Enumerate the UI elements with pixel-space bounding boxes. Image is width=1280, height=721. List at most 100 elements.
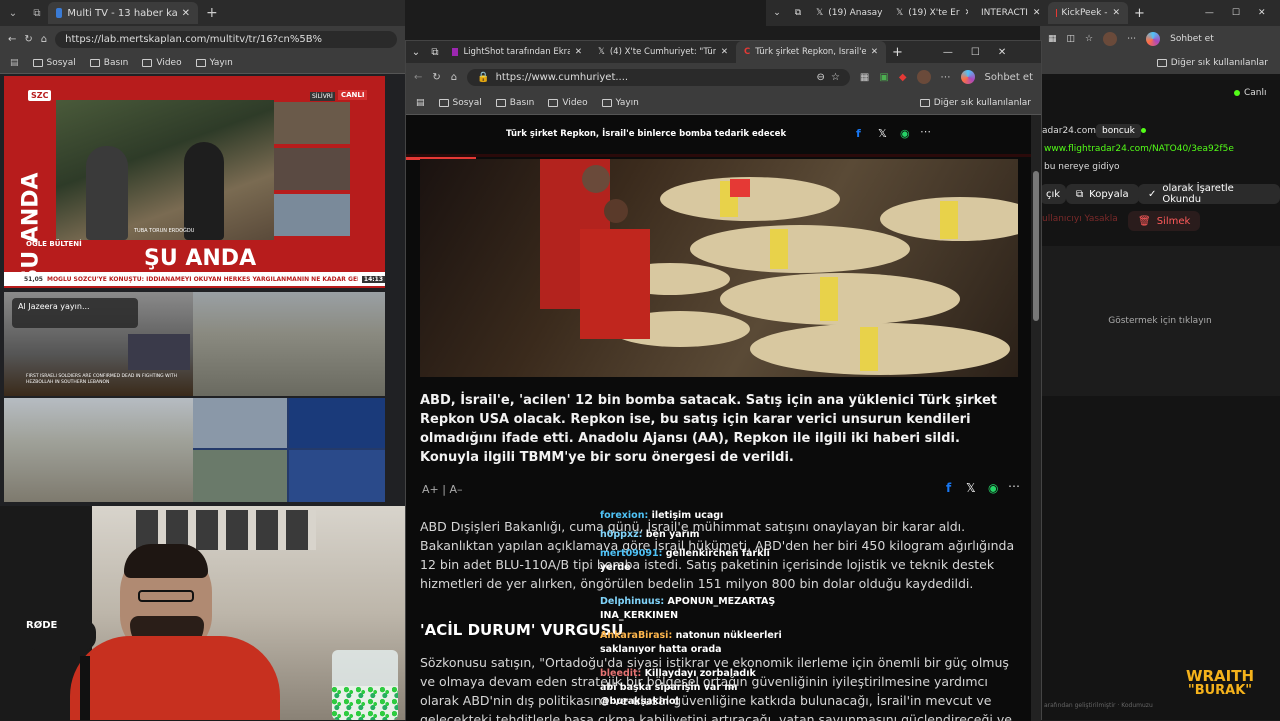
url-field[interactable]: https://lab.mertskaplan.com/multitv/tr/1… bbox=[55, 31, 397, 48]
facebook-share-icon[interactable]: f bbox=[856, 127, 861, 140]
sohbet-button[interactable]: Sohbet et bbox=[985, 72, 1033, 83]
left-bookmarks-bar: ▤ Sosyal Basın Video Yayın bbox=[0, 52, 405, 74]
extension-green-icon[interactable]: ▣ bbox=[879, 72, 888, 83]
whatsapp-share-icon[interactable]: ◉ bbox=[988, 481, 998, 495]
x-icon: 𝕏 bbox=[896, 8, 903, 18]
close-tab-icon[interactable]: ✕ bbox=[721, 47, 728, 57]
new-tab-icon[interactable]: + bbox=[206, 5, 218, 21]
extension-icon[interactable]: ▦ bbox=[860, 72, 869, 83]
url-field[interactable]: 🔒 https://www.cumhuriyet.... ⊖ ☆ bbox=[467, 69, 850, 86]
extension-icon[interactable]: ▦ bbox=[1048, 34, 1057, 44]
tab-lightshot[interactable]: LightShot tarafından Ekran Gör ✕ bbox=[444, 41, 590, 63]
flight-url-link[interactable]: www.flightradar24.com/NATO40/3ea92f5e bbox=[1044, 144, 1234, 154]
favorite-star-icon[interactable]: ☆ bbox=[831, 72, 840, 83]
sohbet-button[interactable]: Sohbet et bbox=[1170, 34, 1214, 44]
lightshot-favicon-icon bbox=[452, 48, 458, 56]
tab-kickpeek[interactable]: KickPeek -✕ bbox=[1048, 2, 1128, 24]
right-chat-panel bbox=[1040, 80, 1280, 720]
workspaces-icon[interactable]: ⧉ bbox=[788, 8, 808, 18]
bookmark-video[interactable]: Video bbox=[548, 98, 587, 108]
close-tab-icon[interactable]: ✕ bbox=[871, 47, 878, 57]
close-window-icon[interactable]: ✕ bbox=[998, 47, 1006, 58]
mark-read-button[interactable]: ✓ olarak İşaretle Okundu bbox=[1138, 184, 1280, 204]
right-tab-bar: ⌄ ⧉ 𝕏(19) Anasay✕ 𝕏(19) X'te Er✕ INTERAC… bbox=[766, 0, 1280, 26]
bookmark-basin[interactable]: Basın bbox=[496, 98, 535, 108]
profile-avatar[interactable] bbox=[917, 70, 931, 84]
new-tab-icon[interactable]: + bbox=[1134, 6, 1145, 21]
aljazeera-popup[interactable]: Al Jazeera yayın... bbox=[12, 298, 138, 328]
back-icon[interactable]: ← bbox=[8, 34, 16, 45]
bookmark-yayin[interactable]: Yayın bbox=[602, 98, 639, 108]
bookmarks-toggle-icon[interactable]: ▤ bbox=[416, 98, 425, 108]
refresh-icon[interactable]: ↻ bbox=[432, 72, 440, 83]
home-icon[interactable]: ⌂ bbox=[451, 72, 457, 83]
x-share-icon[interactable]: 𝕏 bbox=[878, 127, 887, 140]
bookmark-sosyal[interactable]: Sosyal bbox=[439, 98, 482, 108]
whatsapp-share-icon[interactable]: ◉ bbox=[900, 127, 910, 140]
chat-message: Delphinuus: APONUN_MEZARTAŞ bbox=[600, 596, 775, 608]
copilot-icon[interactable] bbox=[961, 70, 975, 84]
close-button[interactable]: çık bbox=[1040, 184, 1066, 204]
workspaces-icon[interactable]: ⧉ bbox=[426, 47, 444, 58]
extension-red-icon[interactable]: ◆ bbox=[899, 72, 907, 83]
tab-x-er[interactable]: 𝕏(19) X'te Er✕ bbox=[888, 2, 968, 24]
bookmark-video[interactable]: Video bbox=[142, 58, 181, 68]
more-icon[interactable]: ⋯ bbox=[1127, 34, 1136, 44]
new-tab-icon[interactable]: + bbox=[892, 45, 903, 60]
tab-multitv[interactable]: Multi TV - 13 haber kanalını aynı a ✕ bbox=[48, 2, 198, 24]
facebook-share-icon[interactable]: f bbox=[946, 481, 951, 495]
tv-sozcu-feed[interactable]: SZC ŞU ANDA TUBA TORUN ERDOĞDU SİLİVRİ C… bbox=[4, 76, 385, 288]
close-tab-icon[interactable]: ✕ bbox=[575, 47, 582, 57]
bookmark-yayin[interactable]: Yayın bbox=[196, 58, 233, 68]
font-size-controls[interactable]: A+ | A– bbox=[422, 483, 462, 496]
minimize-icon[interactable]: — bbox=[943, 47, 953, 58]
bookmark-basin[interactable]: Basın bbox=[90, 58, 129, 68]
home-icon[interactable]: ⌂ bbox=[41, 34, 47, 45]
bookmark-sosyal[interactable]: Sosyal bbox=[33, 58, 76, 68]
x-share-icon[interactable]: 𝕏 bbox=[966, 481, 976, 495]
silivri-thumb bbox=[274, 102, 350, 144]
right-bookmarks-bar: Diğer sık kullanılanlar bbox=[1040, 52, 1280, 74]
chat-message: mert09091: gellenkirchen farkli bbox=[600, 548, 770, 560]
tv-city-cam-2[interactable] bbox=[4, 398, 193, 502]
refresh-icon[interactable]: ↻ bbox=[24, 34, 32, 45]
copilot-icon[interactable] bbox=[1146, 32, 1160, 46]
close-tab-icon[interactable]: ✕ bbox=[182, 8, 190, 19]
tab-actions-icon[interactable]: ⌄ bbox=[766, 8, 788, 18]
copy-button[interactable]: ⧉ Kopyala bbox=[1066, 184, 1139, 204]
more-share-icon[interactable]: ⋯ bbox=[1008, 479, 1020, 493]
more-icon[interactable]: ⋯ bbox=[941, 72, 951, 83]
other-favorites-link[interactable]: Diğer sık kullanılanlar bbox=[920, 98, 1031, 108]
tab-x-anasayfa[interactable]: 𝕏(19) Anasay✕ bbox=[808, 2, 888, 24]
tab-actions-icon[interactable]: ⌄ bbox=[0, 8, 26, 19]
close-tab-icon[interactable]: ✕ bbox=[1112, 8, 1120, 18]
back-icon[interactable]: ← bbox=[414, 72, 422, 83]
folder-icon bbox=[602, 99, 612, 107]
tab-actions-icon[interactable]: ⌄ bbox=[406, 47, 426, 58]
tv-aljazeera-feed[interactable]: Al Jazeera yayın... FIRST ISRAELI SOLDIE… bbox=[4, 292, 193, 396]
profile-avatar[interactable] bbox=[1103, 32, 1117, 46]
maximize-icon[interactable]: ☐ bbox=[1232, 8, 1240, 18]
bookmarks-toggle-icon[interactable]: ▤ bbox=[10, 58, 19, 68]
workspaces-icon[interactable]: ⧉ bbox=[26, 8, 48, 19]
minimize-icon[interactable]: — bbox=[1205, 8, 1214, 18]
more-share-icon[interactable]: ⋯ bbox=[920, 125, 931, 138]
close-window-icon[interactable]: ✕ bbox=[1258, 8, 1266, 18]
delete-button[interactable]: 🗑 Silmek bbox=[1128, 211, 1200, 231]
live-dot-icon bbox=[1234, 90, 1240, 96]
tab-x-cumhuriyet[interactable]: 𝕏 (4) X'te Cumhuriyet: "Türk şirke ✕ bbox=[590, 41, 736, 63]
ban-user-button[interactable]: ullanıcıyı Yasakla bbox=[1042, 214, 1118, 224]
scrollbar-thumb[interactable] bbox=[1033, 171, 1039, 321]
other-favorites-link[interactable]: Diğer sık kullanılanlar bbox=[1171, 58, 1268, 68]
read-aloud-icon[interactable]: ⊖ bbox=[817, 72, 825, 83]
split-icon[interactable]: ◫ bbox=[1067, 34, 1076, 44]
close-tab-icon[interactable]: ✕ bbox=[1033, 8, 1041, 18]
maximize-icon[interactable]: ☐ bbox=[971, 47, 980, 58]
tv-city-cam-1[interactable] bbox=[193, 292, 385, 396]
hidden-content-box[interactable]: Göstermek için tıklayın bbox=[1040, 246, 1280, 396]
tv-multi-grid[interactable] bbox=[193, 398, 385, 502]
tab-interactive[interactable]: INTERACTI✕ bbox=[968, 2, 1048, 24]
article-scrollbar[interactable] bbox=[1031, 115, 1041, 721]
favorites-icon[interactable]: ☆ bbox=[1085, 34, 1093, 44]
tab-cumhuriyet-article[interactable]: C Türk şirket Repkon, İsrail'e binle ✕ bbox=[736, 41, 886, 63]
